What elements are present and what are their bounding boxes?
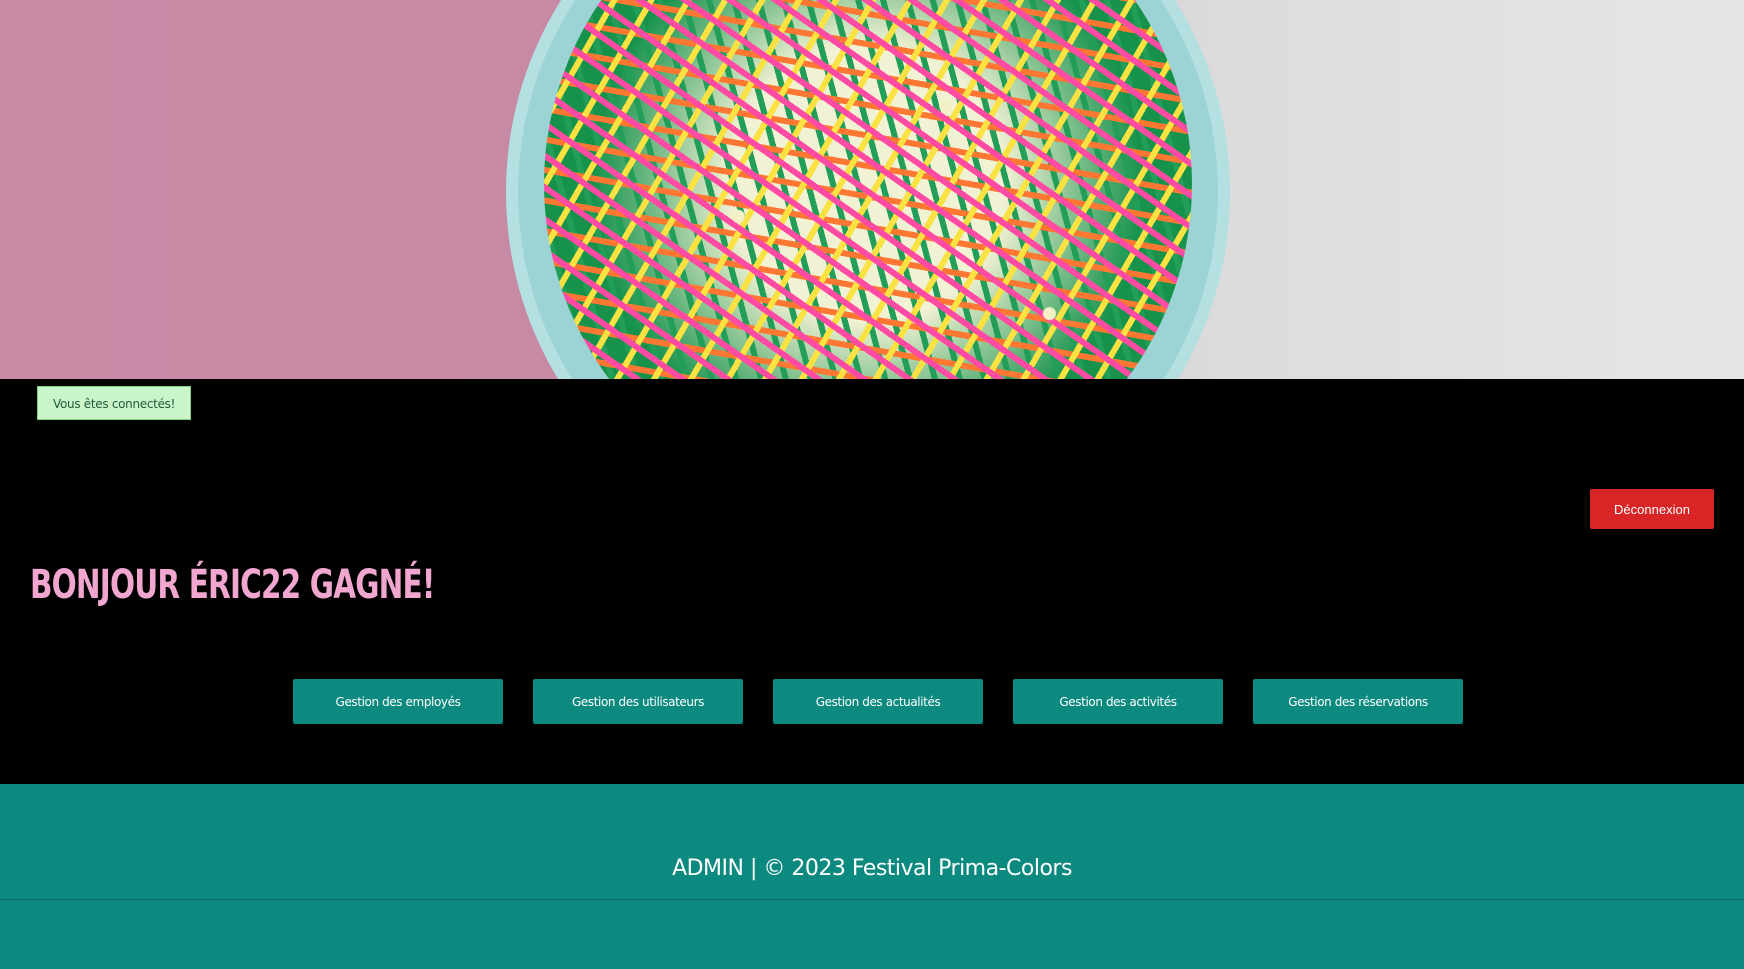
management-buttons: Gestion des employés Gestion des utilisa… [293, 679, 1463, 724]
manage-users-button[interactable]: Gestion des utilisateurs [533, 679, 743, 724]
footer-copyright: ADMIN | © 2023 Festival Prima-Colors [672, 856, 1072, 881]
page-title: BONJOUR ÉRIC22 GAGNÉ! [30, 562, 435, 608]
footer-divider [0, 899, 1744, 900]
manage-reservations-button[interactable]: Gestion des réservations [1253, 679, 1463, 724]
logout-button[interactable]: Déconnexion [1590, 489, 1714, 529]
manage-employees-button[interactable]: Gestion des employés [293, 679, 503, 724]
manage-news-button[interactable]: Gestion des actualités [773, 679, 983, 724]
login-success-alert: Vous êtes connectés! [37, 386, 192, 420]
hero-banner-image [0, 0, 1744, 379]
sprinkles-illustration [544, 0, 1192, 379]
manage-activities-button[interactable]: Gestion des activités [1013, 679, 1223, 724]
